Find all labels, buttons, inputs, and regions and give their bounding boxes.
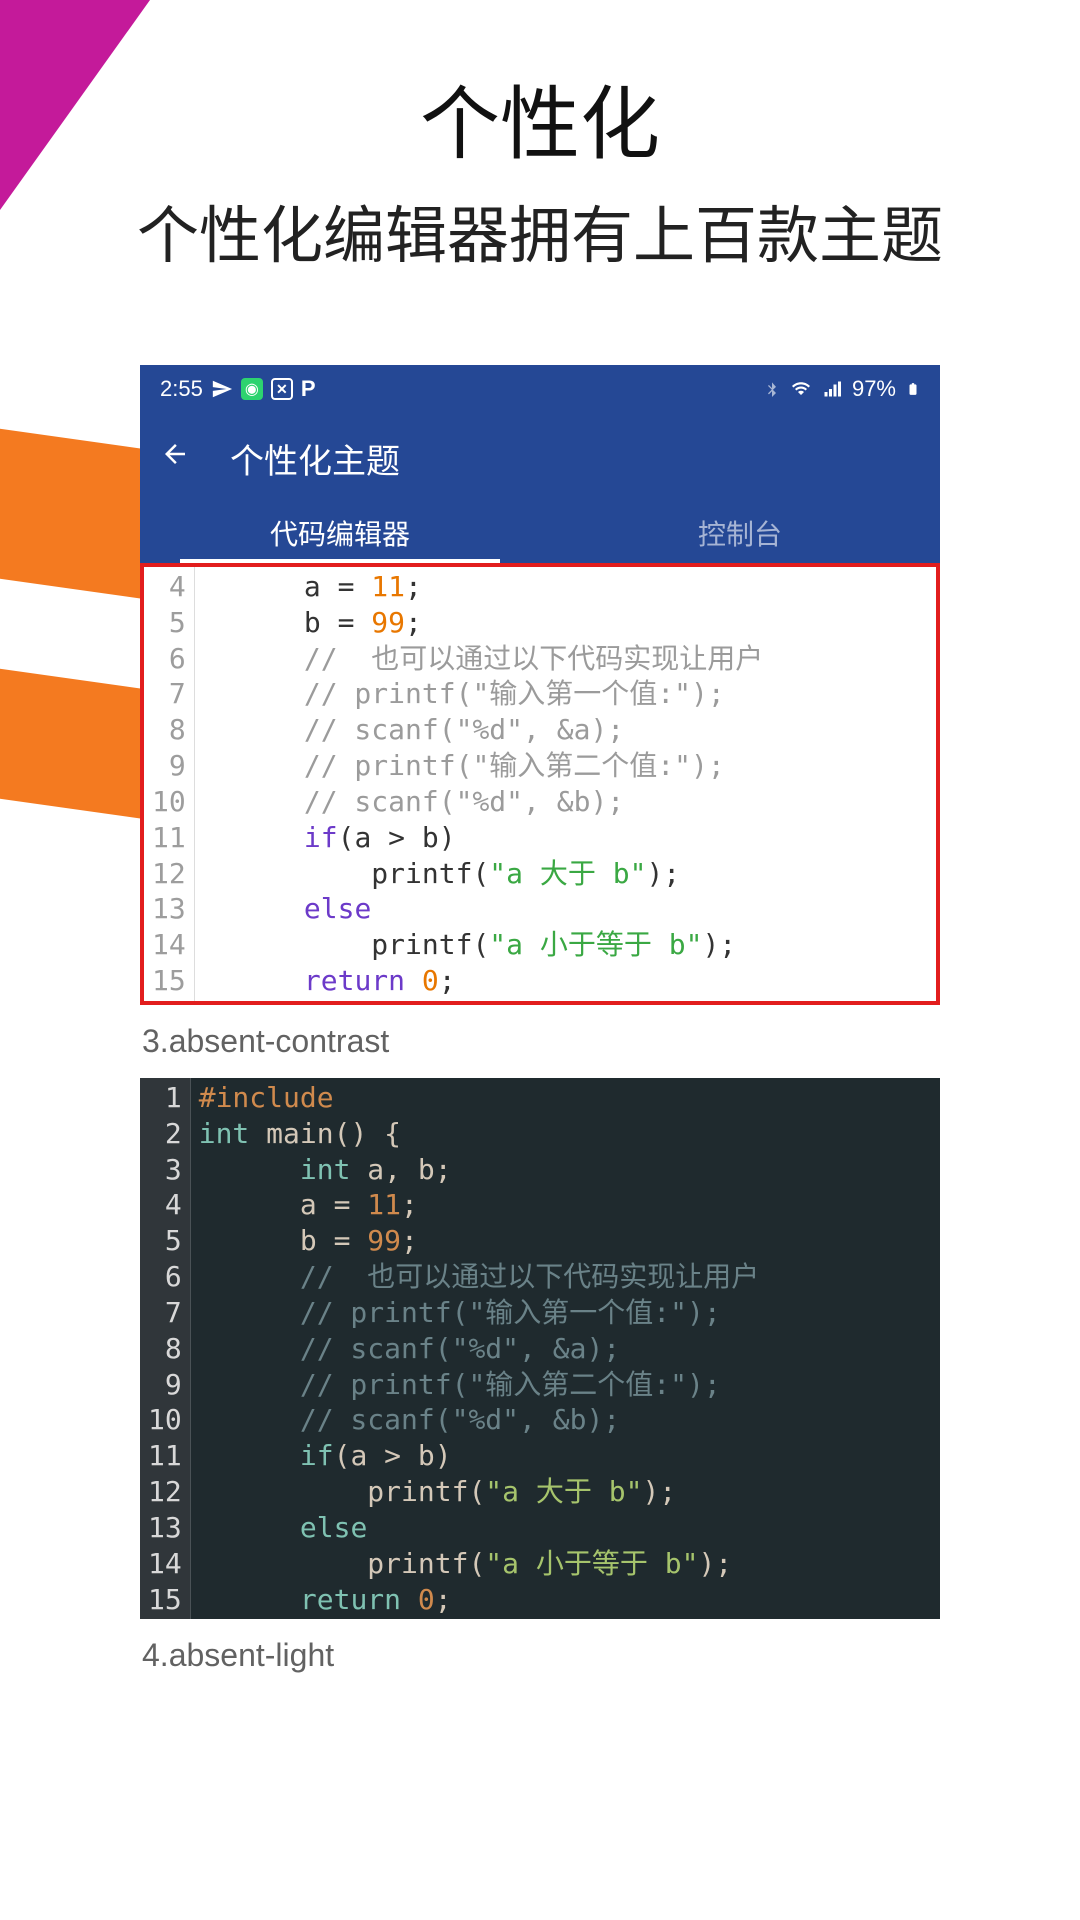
page-subtitle: 个性化编辑器拥有上百款主题 bbox=[0, 185, 1080, 275]
code-preview-light: 456789101112131415 a = 11; b = 99; // 也可… bbox=[140, 563, 940, 1005]
line-gutter: 123456789101112131415 bbox=[140, 1078, 190, 1619]
signal-icon bbox=[822, 380, 842, 398]
battery-percentage: 97% bbox=[852, 376, 896, 402]
code-preview-dark: 123456789101112131415 #include int main(… bbox=[140, 1078, 940, 1619]
wifi-icon bbox=[790, 380, 812, 398]
p-icon: P bbox=[301, 376, 316, 402]
back-button[interactable] bbox=[160, 439, 190, 478]
tab-code-editor[interactable]: 代码编辑器 bbox=[140, 503, 540, 563]
code-body: a = 11; b = 99; // 也可以通过以下代码实现让用户 // pri… bbox=[195, 567, 764, 1001]
tab-label: 控制台 bbox=[698, 513, 782, 553]
code-body: #include int main() { int a, b; a = 11; … bbox=[190, 1078, 760, 1619]
app-bar: 个性化主题 bbox=[140, 413, 940, 503]
theme-label-3: 3.absent-contrast bbox=[140, 1005, 940, 1078]
status-time: 2:55 bbox=[160, 376, 203, 402]
app-bar-title: 个性化主题 bbox=[230, 434, 400, 483]
tab-console[interactable]: 控制台 bbox=[540, 503, 940, 563]
phone-screenshot: 2:55 ◉ ✕ P 97% bbox=[140, 365, 940, 1920]
page-title: 个性化 bbox=[0, 60, 1080, 176]
theme-label-4: 4.absent-light bbox=[140, 1619, 940, 1692]
battery-icon bbox=[906, 378, 920, 400]
line-gutter: 456789101112131415 bbox=[144, 567, 195, 1001]
app-icon: ◉ bbox=[241, 378, 263, 400]
status-bar: 2:55 ◉ ✕ P 97% bbox=[140, 365, 940, 413]
telegram-icon bbox=[211, 378, 233, 400]
tab-label: 代码编辑器 bbox=[270, 513, 410, 553]
x-icon: ✕ bbox=[271, 378, 293, 400]
bluetooth-icon bbox=[764, 379, 780, 399]
tabs: 代码编辑器 控制台 bbox=[140, 503, 940, 563]
